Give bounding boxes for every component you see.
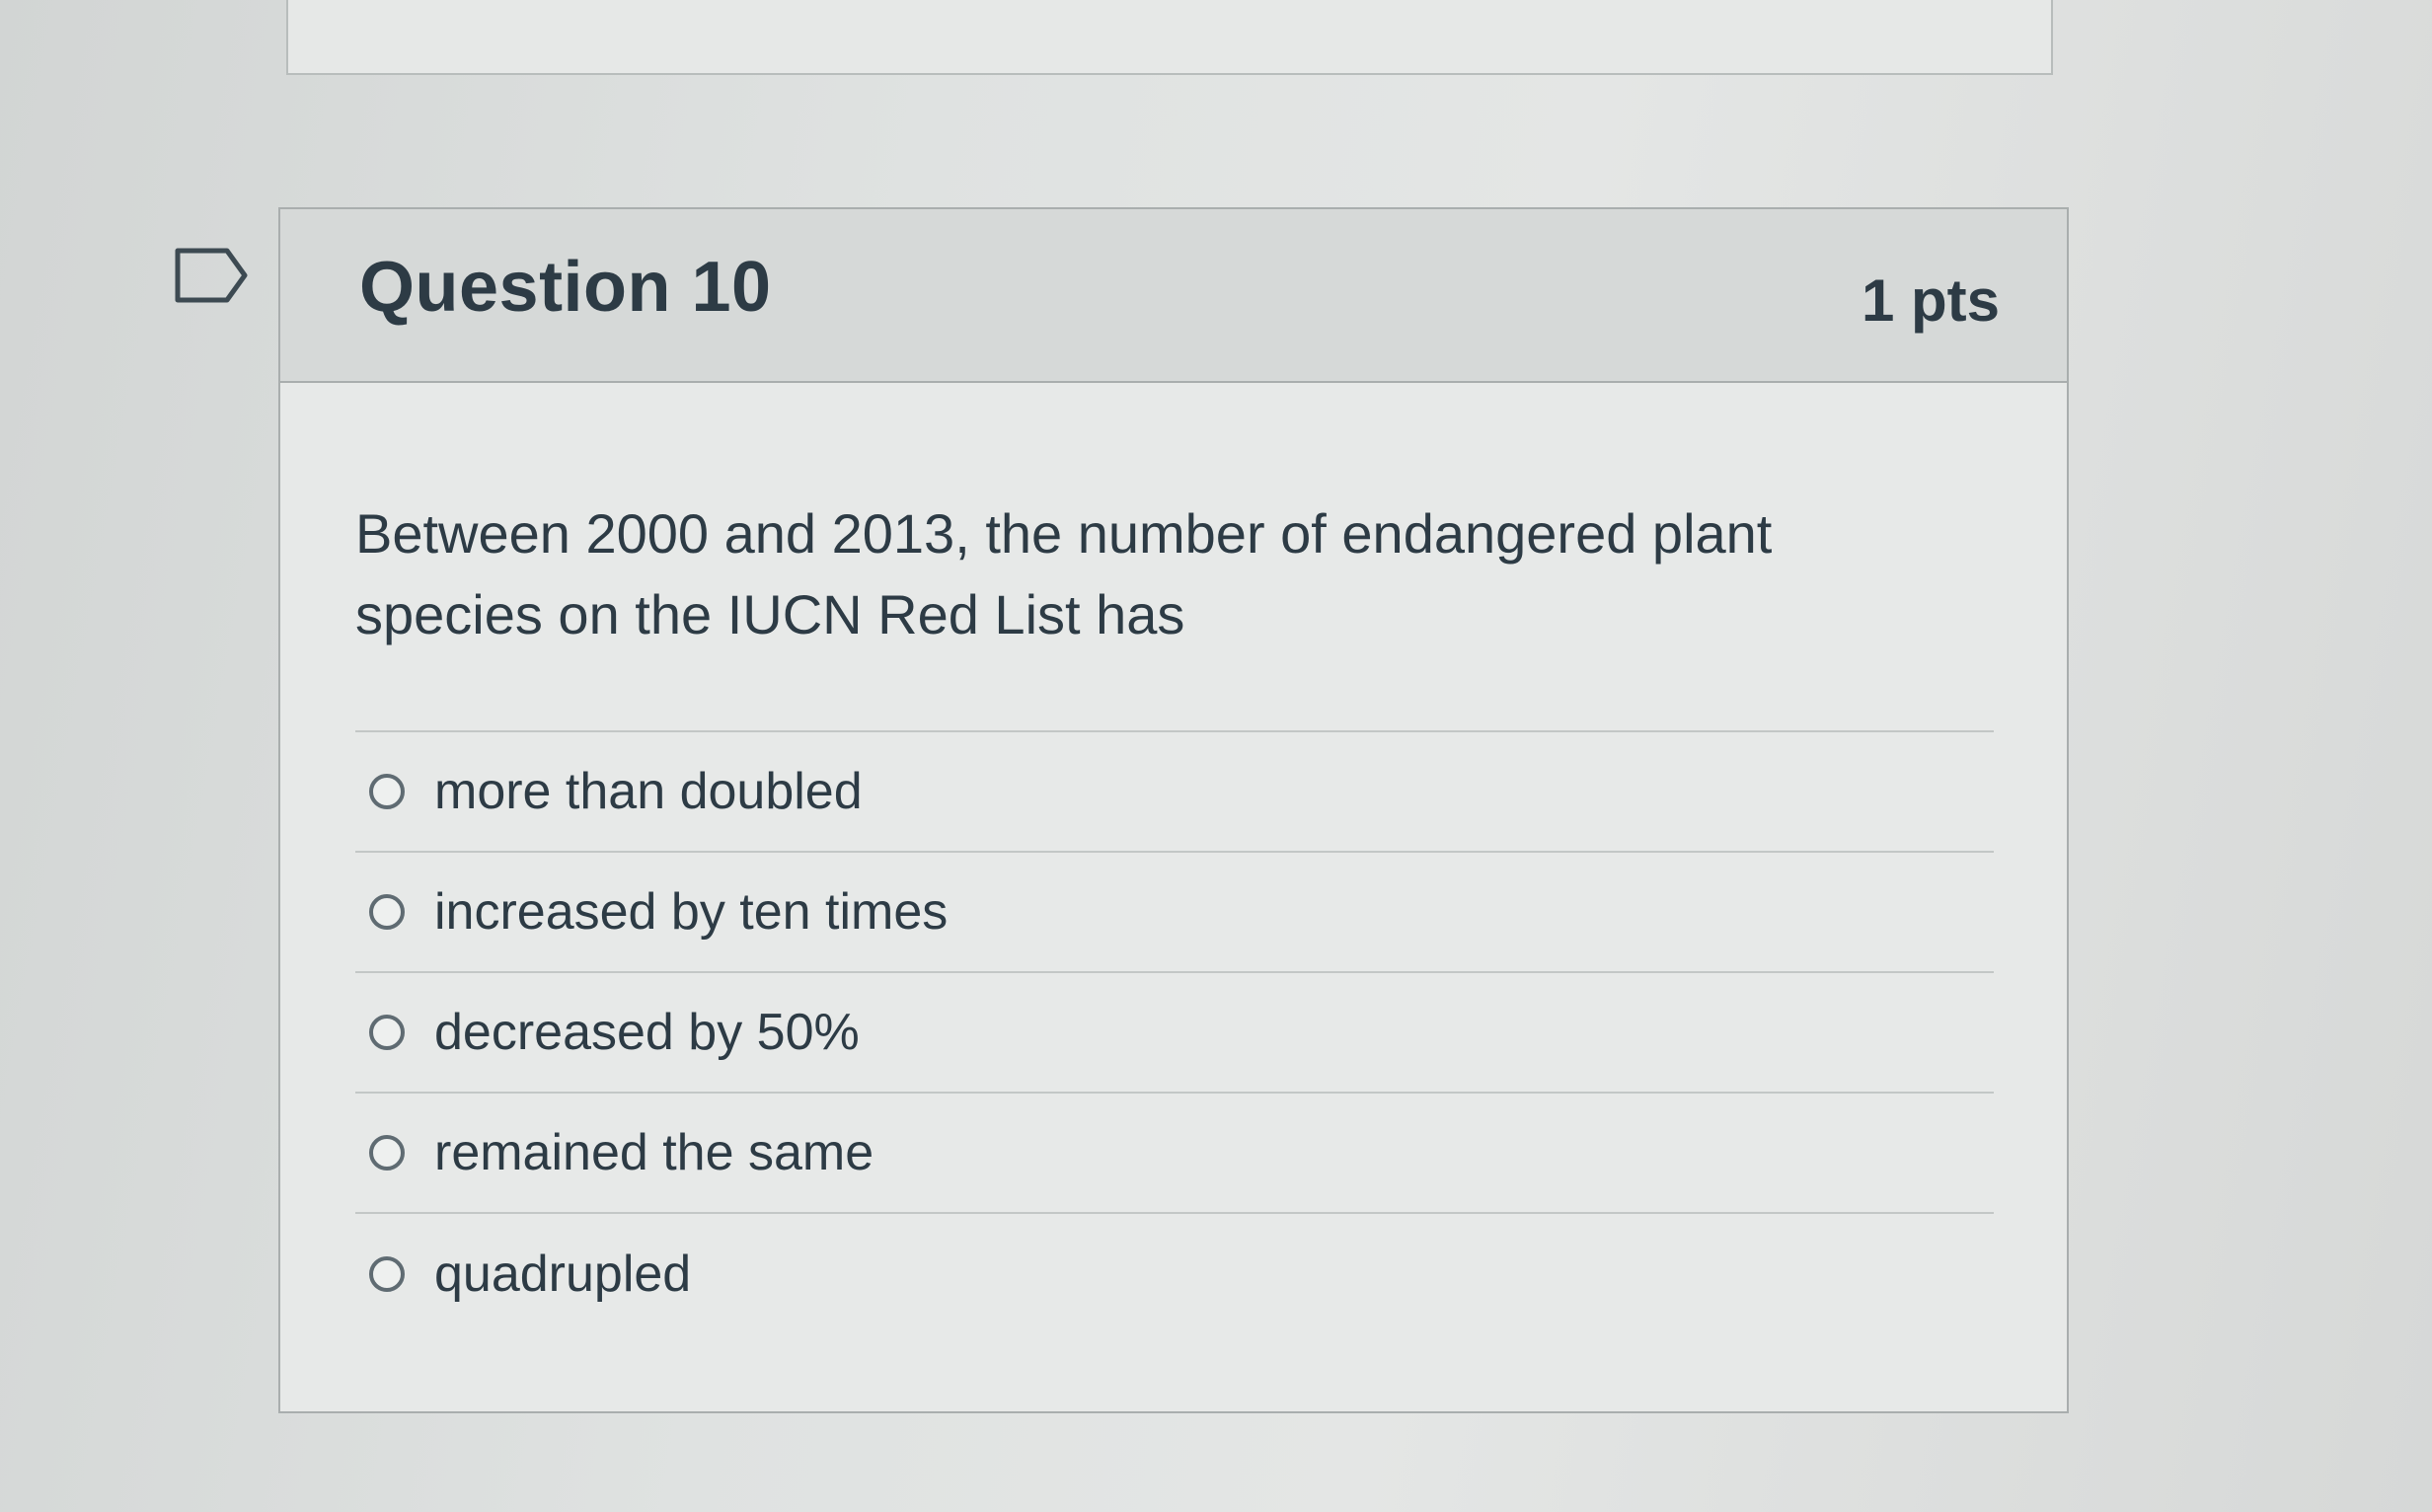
question-card: Question 10 1 pts Between 2000 and 2013,… <box>278 207 2069 1413</box>
flag-question-icon[interactable] <box>174 247 249 304</box>
answer-option[interactable]: decreased by 50% <box>355 973 1994 1094</box>
radio-unselected-icon[interactable] <box>369 1015 405 1050</box>
answer-list: more than doubled increased by ten times… <box>355 730 1994 1334</box>
radio-unselected-icon[interactable] <box>369 894 405 930</box>
question-header: Question 10 1 pts <box>280 209 2067 383</box>
question-text: Between 2000 and 2013, the number of end… <box>355 502 1773 645</box>
radio-unselected-icon[interactable] <box>369 774 405 809</box>
answer-label[interactable]: increased by ten times <box>434 882 948 942</box>
answer-option[interactable]: increased by ten times <box>355 853 1994 973</box>
answer-label[interactable]: more than doubled <box>434 762 863 821</box>
answer-option[interactable]: more than doubled <box>355 732 1994 853</box>
answer-label[interactable]: quadrupled <box>434 1245 691 1304</box>
question-points: 1 pts <box>1861 267 2000 334</box>
radio-unselected-icon[interactable] <box>369 1135 405 1171</box>
question-body: Between 2000 and 2013, the number of end… <box>280 493 2067 1334</box>
previous-question-card <box>286 0 2053 75</box>
radio-unselected-icon[interactable] <box>369 1256 405 1292</box>
question-title: Question 10 <box>359 248 772 327</box>
answer-label[interactable]: decreased by 50% <box>434 1003 860 1062</box>
answer-option[interactable]: remained the same <box>355 1094 1994 1214</box>
answer-label[interactable]: remained the same <box>434 1123 874 1182</box>
answer-option[interactable]: quadrupled <box>355 1214 1994 1334</box>
